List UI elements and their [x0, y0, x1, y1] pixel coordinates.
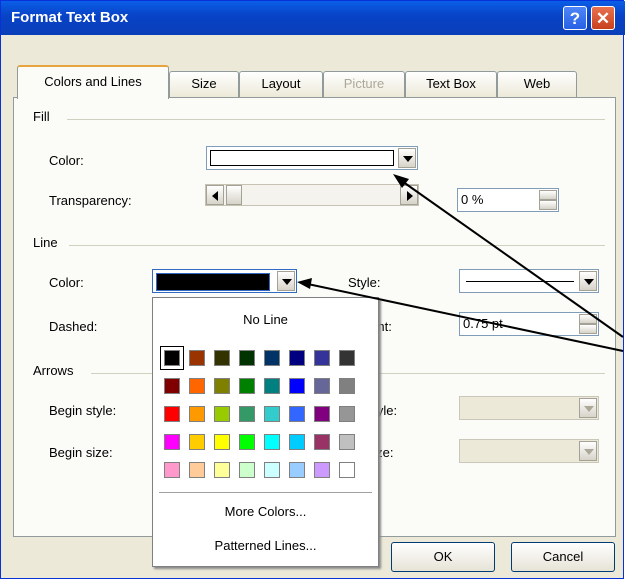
begin-style-label: Begin style:: [49, 403, 117, 418]
transparency-input[interactable]: 0 %: [457, 188, 559, 212]
color-swatch[interactable]: [264, 462, 280, 478]
cancel-button[interactable]: Cancel: [511, 542, 615, 572]
format-text-box-dialog: Format Text Box ? ✕ Colors and Lines Siz…: [0, 0, 625, 579]
chevron-down-icon[interactable]: [579, 271, 597, 291]
chevron-down-icon[interactable]: [277, 271, 295, 291]
tab-picture: Picture: [323, 71, 405, 97]
more-colors-option[interactable]: More Colors...: [153, 504, 378, 519]
arrows-group-label: Arrows: [33, 363, 74, 378]
color-swatch[interactable]: [189, 378, 205, 394]
color-swatch[interactable]: [289, 350, 305, 366]
line-color-popup: No Line More Colors... Patterned Lines..…: [152, 297, 379, 567]
slider-left-arrow-icon[interactable]: [206, 185, 224, 205]
transparency-label: Transparency:: [49, 193, 132, 208]
color-swatch[interactable]: [189, 462, 205, 478]
patterned-lines-option[interactable]: Patterned Lines...: [153, 538, 378, 553]
color-swatch[interactable]: [164, 378, 180, 394]
color-swatch[interactable]: [339, 378, 355, 394]
line-color-label: Color:: [49, 275, 84, 290]
chevron-down-icon[interactable]: [398, 148, 416, 168]
begin-size-label: Begin size:: [49, 445, 113, 460]
color-swatch[interactable]: [239, 378, 255, 394]
color-swatch[interactable]: [164, 350, 180, 366]
color-swatch[interactable]: [239, 462, 255, 478]
tab-colors-and-lines[interactable]: Colors and Lines: [17, 65, 169, 99]
popup-divider: [159, 492, 372, 493]
color-swatch[interactable]: [214, 406, 230, 422]
tab-size[interactable]: Size: [169, 71, 239, 97]
color-swatch[interactable]: [189, 434, 205, 450]
color-swatch[interactable]: [314, 434, 330, 450]
end-style-dropdown: [459, 396, 599, 420]
color-swatch[interactable]: [289, 462, 305, 478]
color-swatch[interactable]: [164, 406, 180, 422]
color-swatch[interactable]: [339, 434, 355, 450]
color-swatch[interactable]: [339, 350, 355, 366]
color-swatch[interactable]: [189, 350, 205, 366]
color-swatch[interactable]: [314, 378, 330, 394]
color-swatch[interactable]: [339, 462, 355, 478]
color-swatch[interactable]: [164, 462, 180, 478]
line-style-preview: [466, 281, 574, 282]
color-swatch[interactable]: [264, 378, 280, 394]
title-bar[interactable]: Format Text Box ? ✕: [1, 1, 625, 35]
spin-down-icon[interactable]: [579, 324, 597, 334]
color-swatch[interactable]: [264, 434, 280, 450]
line-divider: [69, 245, 605, 246]
color-swatch[interactable]: [214, 350, 230, 366]
line-style-label: Style:: [348, 275, 381, 290]
fill-color-label: Color:: [49, 153, 84, 168]
ok-button[interactable]: OK: [391, 542, 495, 572]
spin-down-icon[interactable]: [539, 200, 557, 210]
line-color-dropdown[interactable]: [152, 269, 297, 293]
spin-up-icon[interactable]: [539, 190, 557, 200]
line-group-label: Line: [33, 235, 58, 250]
spin-up-icon[interactable]: [579, 314, 597, 324]
slider-right-arrow-icon[interactable]: [400, 185, 418, 205]
color-swatch[interactable]: [214, 378, 230, 394]
color-swatch[interactable]: [189, 406, 205, 422]
tab-web[interactable]: Web: [497, 71, 577, 97]
color-swatch[interactable]: [289, 434, 305, 450]
color-swatch[interactable]: [314, 350, 330, 366]
weight-input[interactable]: 0.75 pt: [459, 312, 599, 336]
tab-text-box[interactable]: Text Box: [405, 71, 497, 97]
color-swatch[interactable]: [239, 406, 255, 422]
color-swatch[interactable]: [239, 434, 255, 450]
dashed-label: Dashed:: [49, 319, 98, 334]
fill-group-label: Fill: [33, 109, 50, 124]
chevron-down-icon: [579, 398, 597, 418]
color-swatch[interactable]: [164, 434, 180, 450]
color-swatch[interactable]: [264, 350, 280, 366]
fill-color-swatch: [210, 150, 394, 166]
color-swatch[interactable]: [289, 406, 305, 422]
color-swatch[interactable]: [289, 378, 305, 394]
help-button[interactable]: ?: [563, 6, 587, 30]
color-swatch[interactable]: [239, 350, 255, 366]
color-swatch[interactable]: [339, 406, 355, 422]
window-title: Format Text Box: [11, 9, 129, 26]
fill-color-dropdown[interactable]: [206, 146, 418, 170]
fill-divider: [67, 119, 605, 120]
color-swatch-grid: [152, 298, 377, 498]
color-swatch[interactable]: [264, 406, 280, 422]
tab-layout[interactable]: Layout: [239, 71, 323, 97]
color-swatch[interactable]: [214, 462, 230, 478]
close-button[interactable]: ✕: [591, 6, 615, 30]
end-size-dropdown: [459, 439, 599, 463]
line-style-dropdown[interactable]: [459, 269, 599, 293]
chevron-down-icon: [579, 441, 597, 461]
color-swatch[interactable]: [314, 406, 330, 422]
slider-thumb[interactable]: [226, 185, 242, 205]
line-color-swatch: [156, 273, 270, 291]
color-swatch[interactable]: [214, 434, 230, 450]
transparency-slider[interactable]: [205, 184, 419, 206]
color-swatch[interactable]: [314, 462, 330, 478]
